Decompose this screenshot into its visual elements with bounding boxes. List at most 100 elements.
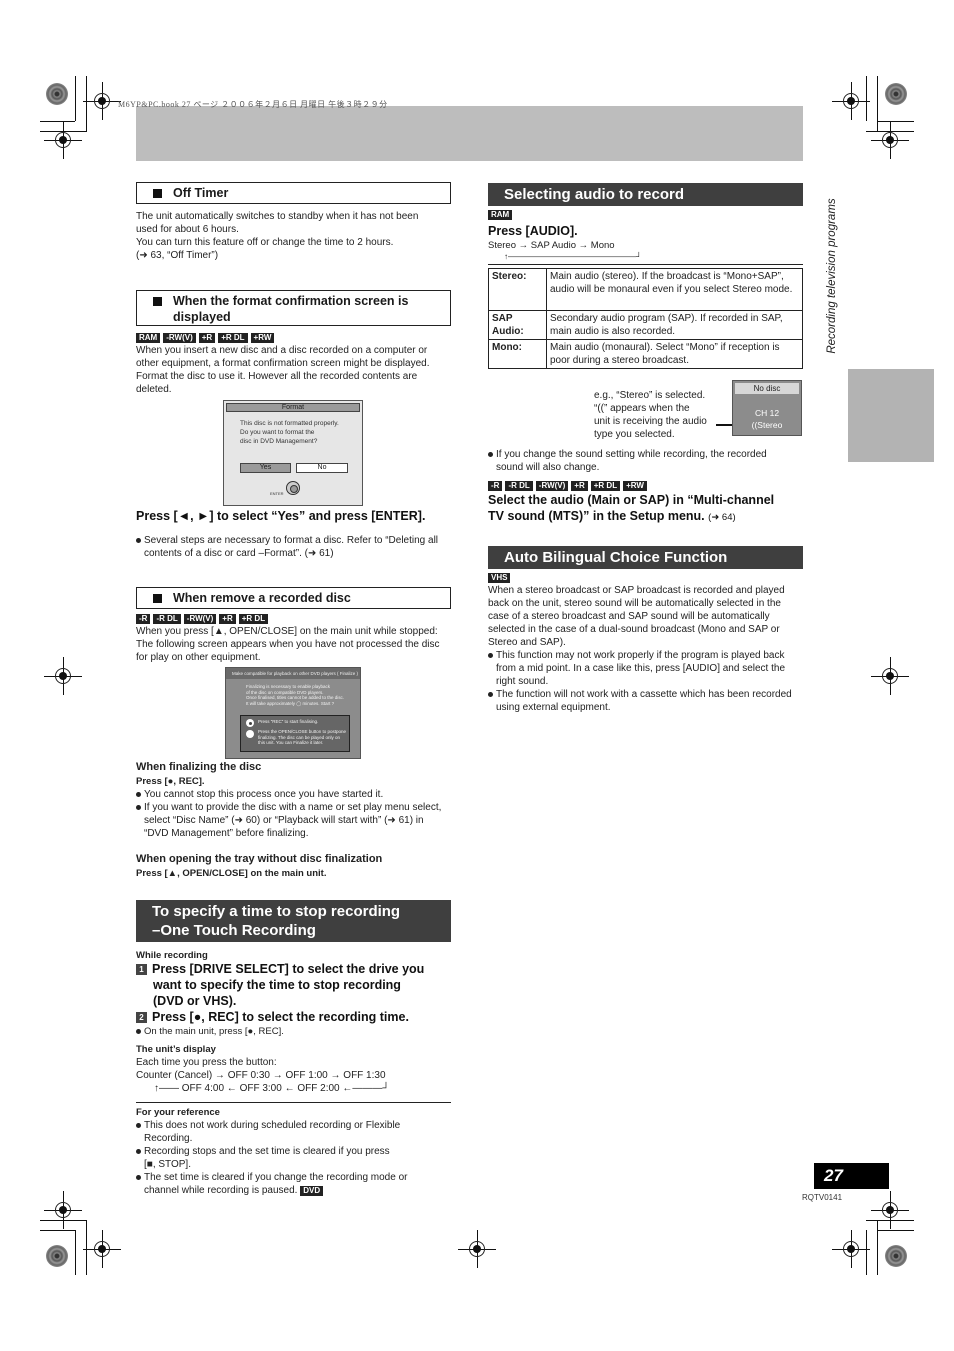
off-timer-heading: Off Timer [136, 182, 451, 204]
registration-mark-icon [44, 1191, 82, 1229]
page-number: 27 [814, 1163, 889, 1189]
header-band [136, 106, 803, 161]
registration-mark-icon [832, 82, 870, 120]
section-side-label: Recording television programs [826, 197, 838, 354]
disc-tags: RAM [488, 210, 513, 220]
audio-cycle: Stereo → SAP Audio → Mono ↑—————————————… [488, 240, 642, 261]
dialog-message: Finalizing is necessary to enable playba… [246, 684, 345, 706]
audio-note: If you change the sound setting while re… [488, 448, 808, 474]
registration-mark-icon [871, 657, 909, 695]
color-rosette-icon [885, 1245, 907, 1267]
off-timer-body: The unit automatically switches to stand… [136, 211, 419, 261]
square-bullet-icon [153, 594, 162, 603]
square-bullet-icon [153, 189, 162, 198]
disc-tag: +RW [250, 333, 275, 343]
format-instruction: Press [◄, ►] to select “Yes” and press [… [136, 509, 426, 523]
divider [488, 264, 803, 265]
registration-mark-icon [832, 1230, 870, 1268]
disc-tag: -R [136, 614, 151, 624]
divider [136, 1102, 451, 1103]
dialog-title: Format [226, 403, 360, 412]
dialog-message: This disc is not formatted properly. Do … [240, 420, 339, 445]
remove-disc-heading: When remove a recorded disc [136, 587, 451, 609]
disc-tag: -RW(V) [535, 481, 569, 491]
disc-tag: +R DL [238, 614, 269, 624]
format-note: Several steps are necessary to format a … [136, 534, 456, 560]
disc-tags: VHS [488, 573, 511, 583]
audio-instruction: Press [AUDIO]. [488, 224, 578, 238]
display-channel: CH 12 [754, 408, 780, 418]
registration-mark-icon [83, 1230, 121, 1268]
dialog-options: Press “REC” to start finalising. Press t… [240, 715, 350, 752]
reference-heading: For your reference [136, 1107, 220, 1118]
color-rosette-icon [885, 83, 907, 105]
step-2-note: On the main unit, press [●, REC]. [136, 1025, 284, 1038]
auto-bilingual-banner: Auto Bilingual Choice Function [488, 546, 803, 569]
audio-modes-table: Stereo: Main audio (stereo). If the broa… [488, 268, 803, 369]
reference-notes: This does not work during scheduled reco… [136, 1119, 456, 1197]
auto-bilingual-body: When a stereo broadcast or SAP broadcast… [488, 584, 808, 714]
disc-tag: -R DL [505, 481, 533, 491]
finalizing-notes: You cannot stop this process once you ha… [136, 788, 456, 840]
registration-mark-icon [44, 121, 82, 159]
dialog-no-button: No [296, 463, 348, 473]
side-tab-marker [848, 369, 934, 462]
rec-button-icon [246, 719, 254, 727]
disc-tags: -R -R DL -RW(V) +R +R DL +RW [488, 481, 647, 491]
selecting-audio-banner: Selecting audio to record [488, 183, 803, 206]
disc-tags: RAM -RW(V) +R +R DL +RW [136, 333, 275, 343]
registration-mark-icon [871, 121, 909, 159]
print-info-line: M6YP&PC.book 27 ページ ２００６年２月６日 月曜日 午後３時２９… [118, 100, 388, 109]
dialog-yes-button: Yes [240, 463, 291, 473]
disc-tag: -R DL [153, 614, 181, 624]
format-confirm-heading: When the format confirmation screen is d… [136, 290, 451, 326]
color-rosette-icon [46, 83, 68, 105]
finalizing-heading: When finalizing the disc [136, 761, 262, 773]
format-dialog-screenshot: Format This disc is not formatted proper… [223, 400, 363, 506]
disc-tag: VHS [488, 573, 511, 583]
disc-tag: RAM [136, 333, 161, 343]
eject-icon [246, 730, 254, 738]
mts-instruction: Select the audio (Main or SAP) in “Multi… [488, 493, 775, 523]
disc-tag: +R [571, 481, 588, 491]
finalize-dialog-screenshot: Make compatible for playback on other DV… [225, 667, 361, 759]
format-confirm-body: When you insert a new disc and a disc re… [136, 345, 430, 395]
registration-mark-icon [871, 1191, 909, 1229]
step-number: 2 [136, 1012, 147, 1023]
tray-press: Press [▲, OPEN/CLOSE] on the main unit. [136, 868, 327, 879]
disc-tag: -RW(V) [163, 333, 196, 343]
display-status: No disc [735, 383, 799, 394]
table-row: Mono: Main audio (monaural). Select “Mon… [488, 339, 803, 369]
display-example-caption: e.g., “Stereo” is selected. “((” appears… [594, 390, 707, 440]
disc-tag: +R DL [218, 333, 248, 343]
finalizing-press: Press [●, REC]. [136, 776, 205, 787]
disc-tag: +RW [623, 481, 647, 491]
disc-tag: DVD [300, 1186, 324, 1196]
step-1: 1 Press [DRIVE SELECT] to select the driv… [136, 961, 456, 1009]
disc-tag: +R DL [590, 481, 621, 491]
tray-heading: When opening the tray without disc final… [136, 853, 383, 865]
document-code: RQTV0141 [802, 1193, 843, 1202]
step-2: 2 Press [●, REC] to select the recording … [136, 1009, 456, 1025]
disc-tags: -R -R DL -RW(V) +R +R DL [136, 614, 269, 624]
color-rosette-icon [46, 1245, 68, 1267]
disc-tag: +R [198, 333, 216, 343]
registration-mark-icon [83, 82, 121, 120]
joystick-enter-icon [286, 481, 300, 495]
remove-disc-body: When you press [▲, OPEN/CLOSE] on the ma… [136, 626, 440, 663]
one-touch-banner: To specify a time to stop recording –One… [136, 900, 451, 942]
step-number: 1 [136, 964, 147, 975]
square-bullet-icon [153, 297, 162, 306]
table-row: SAP Audio: Secondary audio program (SAP)… [488, 310, 803, 340]
enter-label: ENTER [270, 491, 284, 496]
registration-mark-icon [458, 1230, 496, 1268]
display-cycle: Each time you press the button: Counter … [136, 1057, 390, 1094]
disc-tag: -RW(V) [183, 614, 217, 624]
disc-tag: -R [488, 481, 503, 491]
dialog-title: Make compatible for playback on other DV… [226, 668, 360, 679]
disc-tag: +R [219, 614, 236, 624]
disc-tag: RAM [488, 210, 513, 220]
display-audio: ((Stereo [751, 420, 783, 430]
display-heading: The unit’s display [136, 1044, 216, 1055]
table-row: Stereo: Main audio (stereo). If the broa… [488, 268, 803, 311]
